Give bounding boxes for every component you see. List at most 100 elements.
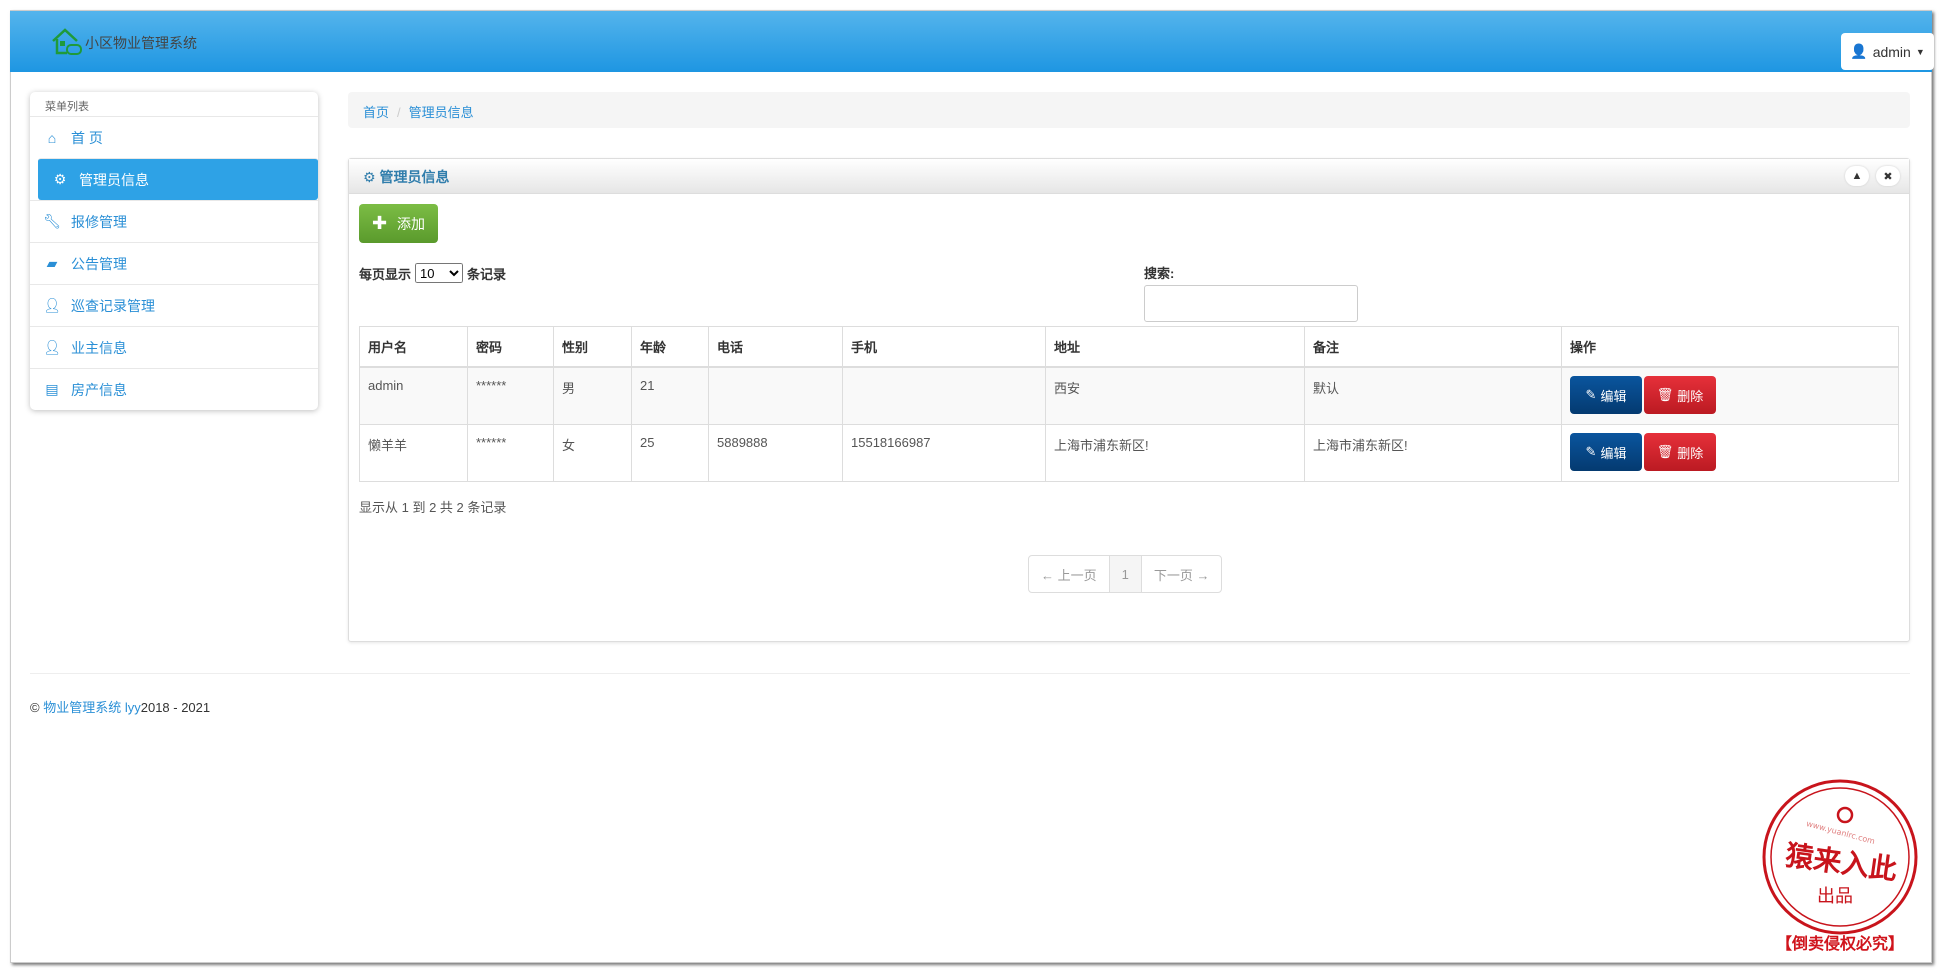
sidebar-item-label: 业主信息 (71, 339, 127, 356)
edit-button[interactable]: ✎ 编辑 (1570, 433, 1642, 471)
column-header[interactable]: 密码 (467, 326, 554, 368)
user-icon: 👤︎ (43, 297, 61, 313)
top-navbar: 小区物业管理系统 👤 admin ▼ (10, 11, 1934, 72)
sidebar-item-notice[interactable]: ▰ 公告管理 (30, 242, 318, 284)
home-icon: ⌂ (47, 129, 57, 146)
footer-divider (30, 673, 1910, 674)
watermark-stamp: www.yuanlrc.com 猿来入此 出品 【倒卖侵权必究】 (1762, 779, 1918, 953)
add-button[interactable]: ✚ 添加 (359, 204, 438, 243)
page-length-control: 每页显示 10 条记录 (359, 263, 506, 283)
admin-table: 用户名 密码 性别 年龄 电话 手机 地址 备注 操作 admin ****** 男 21 西安 默认 ✎… (359, 326, 1899, 482)
sidebar-item-repair[interactable]: 🔧︎ 报修管理 (30, 200, 318, 242)
sidebar-heading: 菜单列表 (45, 101, 89, 113)
trash-icon: 🗑︎ (1656, 444, 1674, 459)
edit-button[interactable]: ✎ 编辑 (1570, 376, 1642, 414)
sidebar-item-label: 首 页 (71, 129, 103, 146)
delete-label: 删除 (1677, 445, 1704, 461)
column-header[interactable]: 性别 (553, 326, 632, 368)
column-header[interactable]: 备注 (1304, 326, 1562, 368)
sidebar-item-label: 报修管理 (71, 213, 127, 230)
edit-icon: ✎ (1585, 387, 1597, 402)
cell-age: 25 (631, 424, 709, 482)
cell-phone (708, 366, 843, 425)
wrench-icon: 🔧︎ (43, 213, 61, 229)
plus-icon: ✚ (371, 213, 388, 233)
user-name: admin (1872, 43, 1911, 60)
svg-text:猿来入此: 猿来入此 (1783, 838, 1900, 886)
cell-age: 21 (631, 366, 709, 425)
search-label: 搜索: (1144, 266, 1175, 281)
edit-label: 编辑 (1600, 445, 1627, 461)
app-title: 小区物业管理系统 (85, 35, 197, 51)
user-icon: 👤 (1850, 43, 1868, 59)
cell-mobile (842, 366, 1046, 425)
svg-text:【倒卖侵权必究】: 【倒卖侵权必究】 (1776, 934, 1904, 953)
cell-address: 西安 (1045, 366, 1305, 425)
cell-remark: 上海市浦东新区! (1304, 424, 1562, 482)
collapse-button[interactable]: ▲ (1845, 166, 1869, 186)
column-header[interactable]: 地址 (1045, 326, 1305, 368)
footer: © 物业管理系统 lyy2018 - 2021 (30, 697, 210, 716)
svg-text:出品: 出品 (1817, 886, 1853, 907)
user-menu-button[interactable]: 👤 admin ▼ (1841, 33, 1934, 70)
cell-username: 懒羊羊 (359, 424, 468, 482)
sidebar-item-home[interactable]: ⌂ 首 页 (30, 116, 318, 158)
delete-label: 删除 (1677, 388, 1704, 404)
trash-icon: 🗑︎ (1656, 387, 1674, 402)
cell-password: ****** (467, 366, 554, 425)
sidebar-item-owner[interactable]: 👤︎ 业主信息 (30, 326, 318, 368)
column-header[interactable]: 手机 (842, 326, 1046, 368)
cell-phone: 5889888 (708, 424, 843, 482)
per-page-prefix: 每页显示 (359, 266, 412, 282)
column-header[interactable]: 用户名 (359, 326, 468, 368)
prev-page-button[interactable]: ← 上一页 (1029, 556, 1109, 592)
search-control: 搜索: (1144, 263, 1358, 322)
breadcrumb-separator: / (397, 105, 401, 120)
footer-link[interactable]: 物业管理系统 lyy (43, 700, 141, 715)
copyright-symbol: © (30, 700, 40, 715)
sidebar-item-patrol[interactable]: 👤︎ 巡查记录管理 (30, 284, 318, 326)
panel-title: 管理员信息 (379, 169, 450, 185)
cell-password: ****** (467, 424, 554, 482)
sidebar-item-label: 管理员信息 (79, 171, 149, 188)
gear-icon: ⚙ (363, 169, 376, 185)
chevron-up-icon: ▲ (1851, 170, 1863, 182)
add-label: 添加 (397, 215, 426, 232)
user-icon: 👤︎ (43, 339, 61, 355)
delete-button[interactable]: 🗑︎ 删除 (1644, 433, 1716, 471)
cell-actions: ✎ 编辑 🗑︎ 删除 (1561, 366, 1899, 425)
breadcrumb: 首页 / 管理员信息 (348, 92, 1910, 128)
table-header-row: 用户名 密码 性别 年龄 电话 手机 地址 备注 操作 (359, 326, 1899, 368)
column-header[interactable]: 年龄 (631, 326, 709, 368)
sidebar-item-label: 巡查记录管理 (71, 297, 155, 314)
table-info: 显示从 1 到 2 共 2 条记录 (359, 500, 507, 515)
gear-icon: ⚙ (53, 171, 67, 187)
search-input[interactable] (1144, 285, 1358, 322)
page-1-button[interactable]: 1 (1108, 556, 1141, 592)
cell-address: 上海市浦东新区! (1045, 424, 1305, 482)
table-row: admin ****** 男 21 西安 默认 ✎ 编辑 🗑︎ 删除 (359, 366, 1899, 425)
house-logo-icon (52, 28, 82, 55)
sidebar-item-label: 公告管理 (71, 255, 127, 272)
sidebar-item-property[interactable]: ▤ 房产信息 (30, 368, 318, 410)
cell-mobile: 15518166987 (842, 424, 1046, 482)
breadcrumb-home[interactable]: 首页 (363, 105, 389, 120)
sidebar-item-label: 房产信息 (71, 381, 127, 398)
pagination: ← 上一页 1 下一页 → (1028, 555, 1223, 593)
close-button[interactable]: ✖ (1876, 166, 1900, 186)
cell-remark: 默认 (1304, 366, 1562, 425)
page-length-select[interactable]: 10 (415, 263, 464, 283)
column-header: 操作 (1561, 326, 1899, 368)
cell-actions: ✎ 编辑 🗑︎ 删除 (1561, 424, 1899, 482)
list-icon: ▤ (45, 381, 59, 397)
next-page-button[interactable]: 下一页 → (1140, 556, 1222, 592)
panel-header: ⚙ 管理员信息 ▲ ✖ (349, 159, 1909, 194)
delete-button[interactable]: 🗑︎ 删除 (1644, 376, 1716, 414)
breadcrumb-current[interactable]: 管理员信息 (409, 105, 474, 120)
column-header[interactable]: 电话 (708, 326, 843, 368)
cell-username: admin (359, 366, 468, 425)
cell-gender: 女 (553, 424, 632, 482)
edit-label: 编辑 (1600, 388, 1627, 404)
briefcase-icon: ▰ (46, 255, 58, 271)
sidebar-item-admin-info[interactable]: ⚙ 管理员信息 (38, 158, 318, 200)
